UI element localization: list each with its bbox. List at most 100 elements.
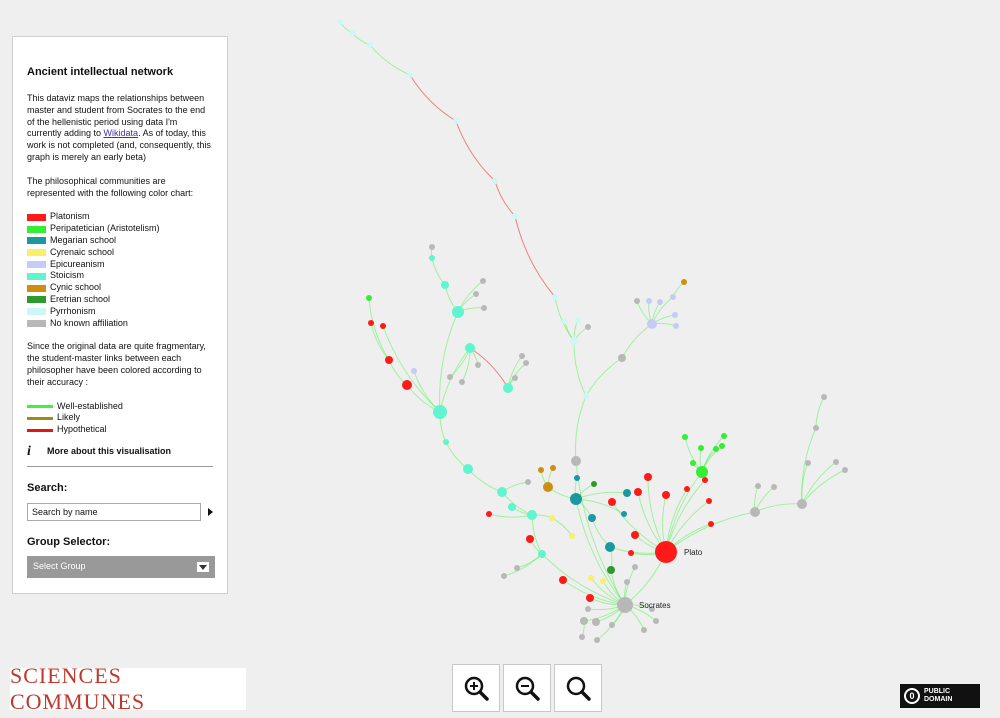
graph-node[interactable] xyxy=(631,531,639,539)
search-input[interactable] xyxy=(27,502,201,521)
graph-node[interactable] xyxy=(575,317,581,323)
graph-node[interactable] xyxy=(481,305,487,311)
graph-node[interactable] xyxy=(508,503,516,511)
graph-node[interactable] xyxy=(653,618,659,624)
graph-node[interactable] xyxy=(670,294,676,300)
graph-node[interactable] xyxy=(805,460,811,466)
graph-node[interactable] xyxy=(607,566,615,574)
graph-node[interactable] xyxy=(562,318,568,324)
graph-node[interactable] xyxy=(480,278,486,284)
graph-node[interactable] xyxy=(367,42,373,48)
graph-node[interactable] xyxy=(681,279,687,285)
graph-node[interactable] xyxy=(385,356,393,364)
graph-node[interactable] xyxy=(813,425,819,431)
graph-node[interactable] xyxy=(492,178,498,184)
graph-node[interactable] xyxy=(559,576,567,584)
graph-node[interactable] xyxy=(713,446,719,452)
graph-node[interactable] xyxy=(402,380,412,390)
graph-node[interactable] xyxy=(570,493,582,505)
graph-node[interactable] xyxy=(433,405,447,419)
graph-node[interactable] xyxy=(618,354,626,362)
graph-node[interactable] xyxy=(447,374,453,380)
graph-node[interactable] xyxy=(475,362,481,368)
graph-node[interactable] xyxy=(550,465,556,471)
graph-node[interactable] xyxy=(609,622,615,628)
graph-node[interactable] xyxy=(821,394,827,400)
graph-node[interactable] xyxy=(588,514,596,522)
graph-node[interactable] xyxy=(600,578,606,584)
graph-node[interactable] xyxy=(441,281,449,289)
graph-node[interactable] xyxy=(407,72,413,78)
graph-node[interactable] xyxy=(608,498,616,506)
graph-node[interactable] xyxy=(368,320,374,326)
graph-node[interactable] xyxy=(473,291,479,297)
graph-node[interactable] xyxy=(706,498,712,504)
graph-node[interactable] xyxy=(579,634,585,640)
graph-node[interactable] xyxy=(662,491,670,499)
graph-node[interactable] xyxy=(647,319,657,329)
graph-node[interactable] xyxy=(621,511,627,517)
graph-node[interactable] xyxy=(632,564,638,570)
graph-node[interactable] xyxy=(569,533,575,539)
graph-node[interactable] xyxy=(538,467,544,473)
graph-node[interactable] xyxy=(673,323,679,329)
graph-node[interactable] xyxy=(690,460,696,466)
graph-node[interactable] xyxy=(719,443,725,449)
graph-node[interactable] xyxy=(570,337,578,345)
graph-node[interactable] xyxy=(641,627,647,633)
zoom-out-button[interactable] xyxy=(503,664,551,712)
graph-node[interactable] xyxy=(514,565,520,571)
graph-node[interactable] xyxy=(592,618,600,626)
graph-node[interactable] xyxy=(833,459,839,465)
graph-node[interactable] xyxy=(429,255,435,261)
graph-node[interactable] xyxy=(411,368,417,374)
graph-node[interactable] xyxy=(655,541,677,563)
graph-node[interactable] xyxy=(750,507,760,517)
more-about-link[interactable]: i More about this visualisation xyxy=(27,445,213,459)
graph-node[interactable] xyxy=(698,445,704,451)
graph-node[interactable] xyxy=(526,535,534,543)
graph-node[interactable] xyxy=(605,542,615,552)
graph-node[interactable] xyxy=(588,575,594,581)
graph-node[interactable] xyxy=(503,383,513,393)
graph-node[interactable] xyxy=(452,306,464,318)
graph-node[interactable] xyxy=(617,597,633,613)
graph-node[interactable] xyxy=(571,456,581,466)
graph-node[interactable] xyxy=(646,298,652,304)
graph-node[interactable] xyxy=(486,511,492,517)
graph-node[interactable] xyxy=(574,475,580,481)
graph-node[interactable] xyxy=(552,294,558,300)
graph-node[interactable] xyxy=(429,244,435,250)
graph-node[interactable] xyxy=(628,550,634,556)
graph-node[interactable] xyxy=(512,213,518,219)
graph-node[interactable] xyxy=(585,606,591,612)
graph-node[interactable] xyxy=(591,481,597,487)
graph-node[interactable] xyxy=(771,484,777,490)
zoom-in-button[interactable] xyxy=(452,664,500,712)
graph-node[interactable] xyxy=(594,637,600,643)
graph-node[interactable] xyxy=(580,617,588,625)
graph-node[interactable] xyxy=(525,479,531,485)
graph-node[interactable] xyxy=(842,467,848,473)
graph-node[interactable] xyxy=(380,323,386,329)
graph-node[interactable] xyxy=(366,295,372,301)
graph-node[interactable] xyxy=(463,464,473,474)
graph-node[interactable] xyxy=(538,550,546,558)
graph-node[interactable] xyxy=(684,486,690,492)
graph-node[interactable] xyxy=(497,487,507,497)
graph-node[interactable] xyxy=(527,510,537,520)
graph-node[interactable] xyxy=(453,118,459,124)
graph-node[interactable] xyxy=(721,433,727,439)
graph-node[interactable] xyxy=(682,434,688,440)
graph-node[interactable] xyxy=(519,353,525,359)
graph-node[interactable] xyxy=(549,515,555,521)
graph-node[interactable] xyxy=(349,30,355,36)
zoom-reset-button[interactable] xyxy=(554,664,602,712)
graph-node[interactable] xyxy=(443,439,449,445)
graph-node[interactable] xyxy=(797,499,807,509)
graph-node[interactable] xyxy=(624,579,630,585)
graph-node[interactable] xyxy=(672,312,678,318)
graph-node[interactable] xyxy=(465,343,475,353)
graph-node[interactable] xyxy=(623,489,631,497)
graph-node[interactable] xyxy=(585,324,591,330)
